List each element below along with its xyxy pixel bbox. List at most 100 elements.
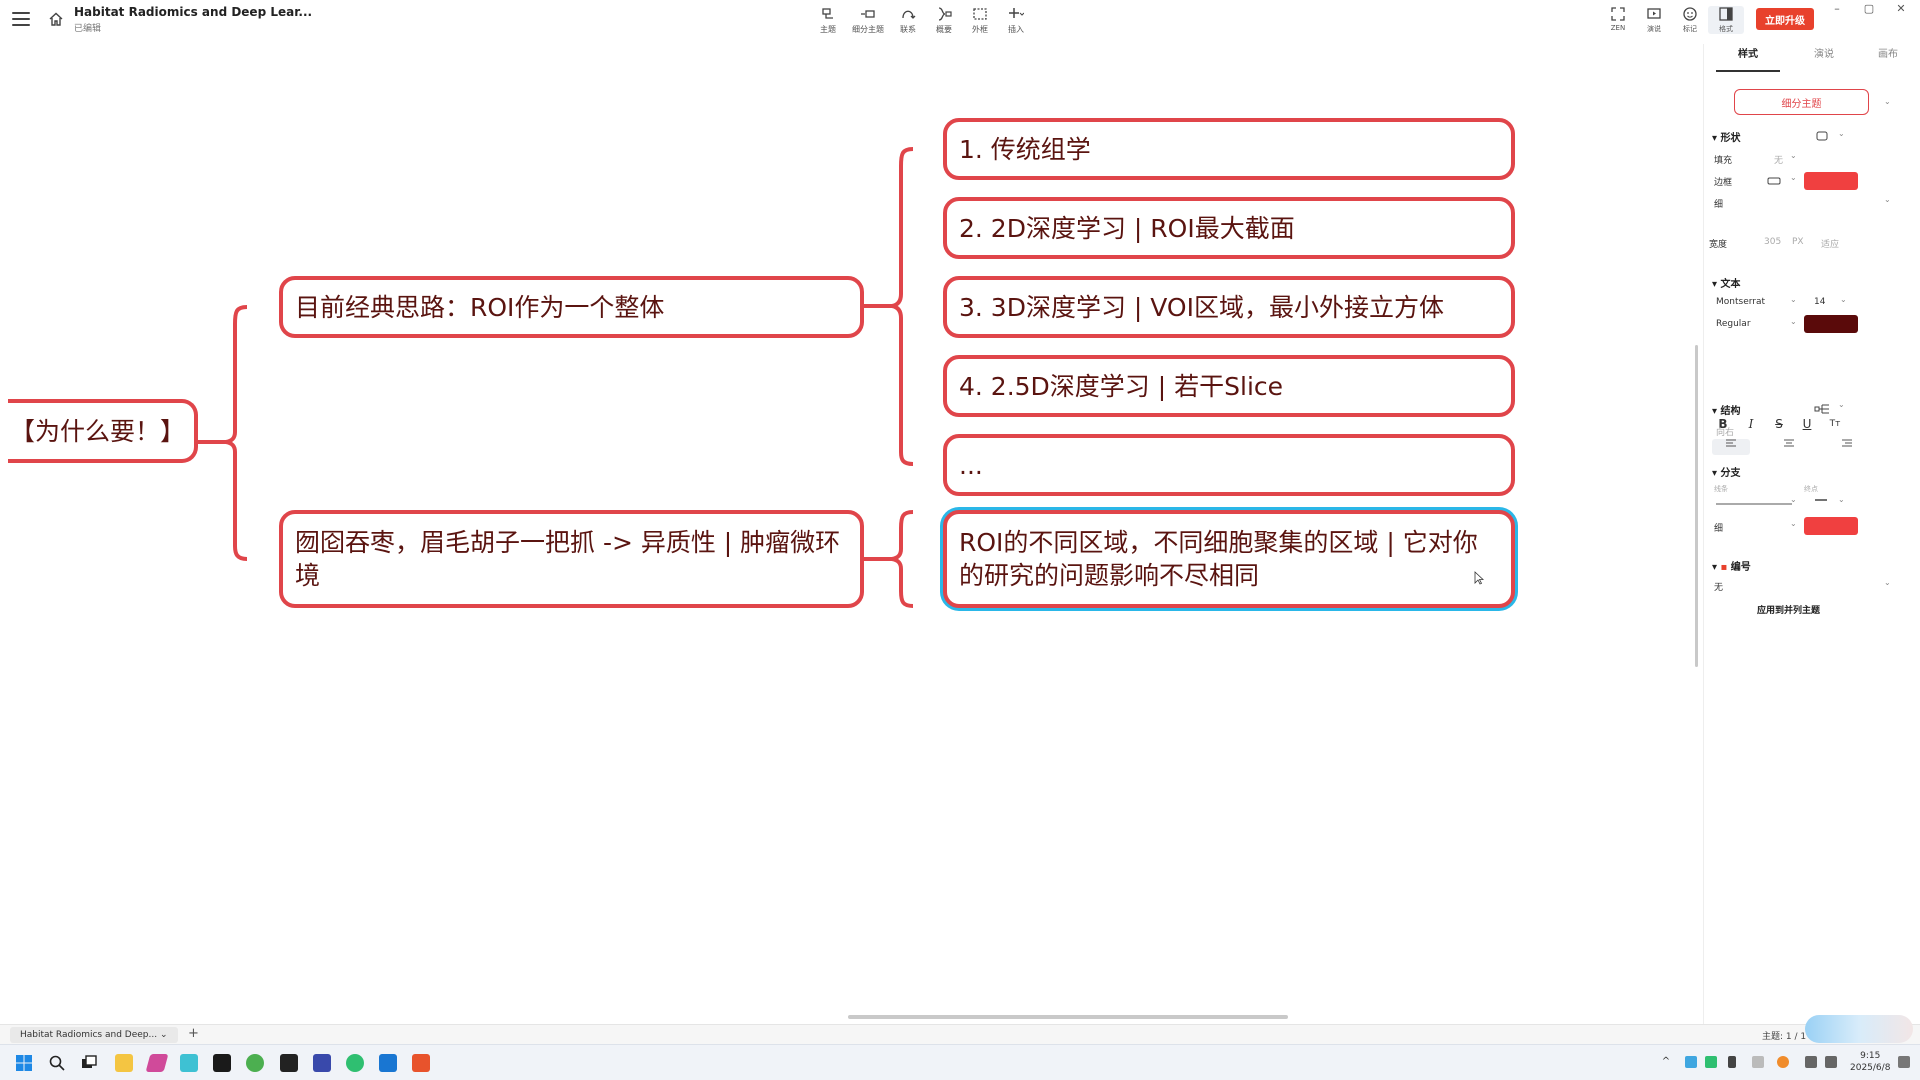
align-right-button[interactable]	[1828, 439, 1866, 455]
upgrade-button[interactable]: 立即升级	[1756, 8, 1814, 30]
tab-pitch[interactable]: 演说	[1792, 44, 1856, 72]
font-size-chevron-icon[interactable]: ⌄	[1840, 295, 1847, 304]
add-sheet-button[interactable]: +	[188, 1026, 199, 1041]
tray-app-icon-4[interactable]	[1777, 1056, 1789, 1068]
border-style-chevron-icon[interactable]: ⌄	[1790, 173, 1797, 182]
numbering-section-title[interactable]: ▾ ▪ 编号	[1712, 558, 1751, 573]
numbering-chevron-icon[interactable]: ⌄	[1884, 578, 1891, 587]
branch-line-style-icon[interactable]	[1714, 496, 1794, 506]
text-section-title[interactable]: ▾ 文本	[1712, 275, 1741, 290]
file-explorer-icon[interactable]	[115, 1054, 133, 1072]
ime-widget[interactable]	[1805, 1015, 1913, 1043]
subtopic-1-5[interactable]: ...	[943, 434, 1515, 496]
branch-end-chevron-icon[interactable]: ⌄	[1838, 495, 1845, 504]
branch-weight-value[interactable]: 细	[1714, 521, 1723, 534]
app-icon-send[interactable]	[180, 1054, 198, 1072]
main-topic-1[interactable]: 目前经典思路：ROI作为一个整体	[279, 276, 864, 338]
width-value[interactable]: 305	[1764, 237, 1781, 247]
app-icon-arrow[interactable]	[145, 1054, 169, 1072]
system-clock[interactable]: 9:15 2025/6/8	[1850, 1050, 1890, 1074]
font-weight-chevron-icon[interactable]: ⌄	[1790, 317, 1797, 326]
app-icon-notes[interactable]	[313, 1054, 331, 1072]
horizontal-scrollbar[interactable]	[848, 1015, 1288, 1019]
font-weight-select[interactable]: Regular	[1716, 319, 1751, 329]
zen-mode-button[interactable]: ZEN	[1600, 6, 1636, 34]
shape-section-title[interactable]: ▾ 形状	[1712, 129, 1741, 144]
volume-icon[interactable]	[1825, 1056, 1837, 1068]
apply-to-siblings-button[interactable]: 应用到并列主题	[1757, 603, 1820, 616]
border-style-icon[interactable]	[1767, 177, 1781, 185]
relationship-button[interactable]: 联系	[890, 6, 926, 35]
subtopic-1-1[interactable]: 1. 传统组学	[943, 118, 1515, 180]
topic-style-button[interactable]: 细分主题	[1734, 89, 1869, 115]
subtopic-2-1-selected[interactable]: ROI的不同区域，不同细胞聚集的区域 | 它对你的研究的问题影响不尽相同	[943, 510, 1515, 608]
fill-value[interactable]: 无	[1774, 153, 1783, 166]
microphone-icon[interactable]	[1728, 1056, 1736, 1068]
numbering-value[interactable]: 无	[1714, 580, 1723, 593]
tab-canvas[interactable]: 画布	[1856, 44, 1920, 72]
tab-style[interactable]: 样式	[1716, 44, 1780, 72]
font-size-select[interactable]: 14	[1814, 297, 1825, 307]
text-color-swatch[interactable]	[1804, 315, 1858, 333]
network-icon[interactable]	[1805, 1056, 1817, 1068]
insert-button[interactable]: 插入	[998, 6, 1034, 35]
task-view-icon[interactable]	[80, 1054, 98, 1072]
border-weight-value[interactable]: 细	[1714, 197, 1723, 210]
central-topic[interactable]: 【为什么要！】	[8, 399, 198, 463]
branch-section-title[interactable]: ▾ 分支	[1712, 464, 1741, 479]
close-icon[interactable]: ✕	[1888, 2, 1914, 16]
screen-recorder-icon[interactable]	[280, 1054, 298, 1072]
xmind-icon[interactable]	[412, 1054, 430, 1072]
app-icon-meeting[interactable]	[379, 1054, 397, 1072]
format-panel-button[interactable]: 格式	[1708, 6, 1744, 34]
subtopic-button[interactable]: 细分主题	[846, 6, 890, 35]
border-weight-chevron-icon[interactable]: ⌄	[1884, 195, 1891, 204]
topic-button[interactable]: 主题	[810, 6, 846, 35]
branch-weight-chevron-icon[interactable]: ⌄	[1790, 519, 1797, 528]
shape-dropdown-chevron-icon[interactable]: ⌄	[1838, 129, 1845, 138]
search-icon[interactable]	[48, 1054, 66, 1072]
strikethrough-button[interactable]: S	[1768, 415, 1790, 433]
shape-picker-icon[interactable]	[1816, 131, 1828, 141]
branch-color-swatch[interactable]	[1804, 517, 1858, 535]
tray-chevron-up-icon[interactable]: ^	[1660, 1056, 1672, 1068]
tray-app-icon-2[interactable]	[1705, 1056, 1717, 1068]
align-center-button[interactable]	[1770, 439, 1808, 455]
summary-button[interactable]: 概要	[926, 6, 962, 35]
notification-icon[interactable]	[1898, 1056, 1910, 1068]
italic-button[interactable]: I	[1740, 415, 1762, 433]
subtopic-1-3[interactable]: 3. 3D深度学习 | VOI区域，最小外接立方体	[943, 276, 1515, 338]
hamburger-menu-icon[interactable]	[12, 12, 30, 26]
vertical-scrollbar[interactable]	[1695, 345, 1698, 667]
main-topic-2[interactable]: 囫囵吞枣，眉毛胡子一把抓 -> 异质性 | 肿瘤微环境	[279, 510, 864, 608]
pycharm-icon[interactable]	[213, 1054, 231, 1072]
width-fit-button[interactable]: 适应	[1821, 237, 1839, 250]
windows-start-icon[interactable]	[15, 1054, 33, 1072]
font-family-select[interactable]: Montserrat	[1716, 297, 1765, 307]
tray-app-icon-1[interactable]	[1685, 1056, 1697, 1068]
chevron-down-icon[interactable]: ⌄	[1884, 97, 1891, 106]
branch-line-chevron-icon[interactable]: ⌄	[1790, 495, 1797, 504]
minimize-icon[interactable]: –	[1824, 2, 1850, 16]
document-title[interactable]: Habitat Radiomics and Deep Lear...	[74, 5, 312, 19]
sheet-tab[interactable]: Habitat Radiomics and Deep... ⌄	[10, 1027, 178, 1043]
subtopic-1-2[interactable]: 2. 2D深度学习 | ROI最大截面	[943, 197, 1515, 259]
border-color-swatch[interactable]	[1804, 172, 1858, 190]
home-icon[interactable]	[48, 11, 64, 27]
structure-direction-value[interactable]: 向右	[1716, 425, 1734, 438]
wechat-icon[interactable]	[346, 1054, 364, 1072]
tray-app-icon-3[interactable]	[1752, 1056, 1764, 1068]
subtopic-1-4[interactable]: 4. 2.5D深度学习 | 若干Slice	[943, 355, 1515, 417]
chrome-icon[interactable]	[246, 1054, 264, 1072]
fill-chevron-icon[interactable]: ⌄	[1790, 151, 1797, 160]
mindmap-canvas[interactable]: 【为什么要！】 目前经典思路：ROI作为一个整体 囫囵吞枣，眉毛胡子一把抓 ->…	[0, 44, 1700, 1024]
underline-button[interactable]: U	[1796, 415, 1818, 433]
structure-chevron-icon[interactable]: ⌄	[1838, 400, 1845, 409]
boundary-button[interactable]: 外框	[962, 6, 998, 35]
maximize-icon[interactable]: ▢	[1856, 2, 1882, 16]
branch-end-style-icon[interactable]	[1814, 496, 1828, 504]
font-family-chevron-icon[interactable]: ⌄	[1790, 295, 1797, 304]
align-left-button[interactable]	[1712, 439, 1750, 455]
pitch-button[interactable]: 演说	[1636, 6, 1672, 34]
structure-section-title[interactable]: ▾ 结构	[1712, 402, 1741, 417]
